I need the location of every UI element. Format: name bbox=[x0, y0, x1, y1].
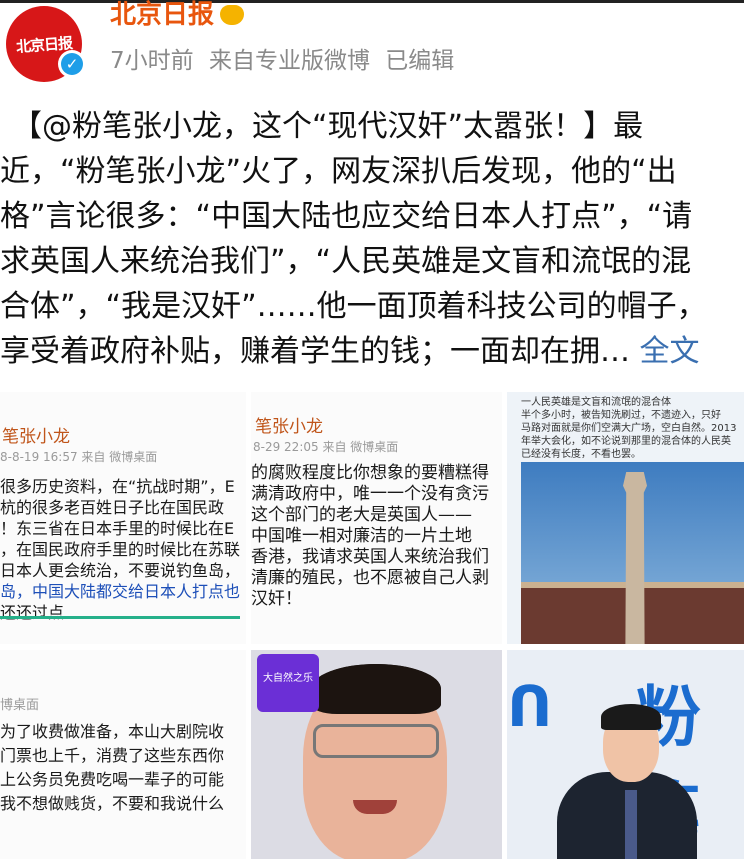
post-line: 求英国人来统治我们”，“人民英雄是文盲和流氓的混 bbox=[0, 244, 692, 279]
screenshot-line: 香港，我请求英国人来统治我们 bbox=[251, 547, 489, 567]
stream-badge: 大自然之乐 bbox=[257, 654, 319, 712]
post-body: 【@粉笔张小龙，这个“现代汉奸”太嚣张！】最 近，“粉笔张小龙”火了，网友深扒后… bbox=[0, 104, 744, 374]
stream-badge-text: 大自然之乐 bbox=[263, 673, 313, 684]
screenshot-line: ！东三省在日本手里的时候比在E bbox=[0, 519, 235, 538]
screenshot-line: 日本人更会统治，不要说钓鱼岛， bbox=[0, 561, 241, 580]
verified-check-icon: ✓ bbox=[61, 53, 83, 75]
post-line: 近，“粉笔张小龙”火了，网友深扒后发现，他的“出 bbox=[0, 154, 677, 189]
image-thumbnail-3[interactable]: 一人民英雄是文盲和流氓的混合体 半个多小时，被告知洗刷过，不遗迹入，只好 马路对… bbox=[507, 392, 744, 644]
screenshot-text: 的腐败程度比你想象的要糟糕得 满清政府中，唯一一个没有贪污 这个部门的老大是英国… bbox=[251, 462, 489, 609]
post-line-last: 享受着政府补贴，赚着学生的钱；一面却在拥… 全文 bbox=[0, 329, 744, 374]
screenshot-line: ，在国民政府手里的时候比在苏联 bbox=[0, 540, 241, 559]
screenshot-line-highlight: 岛，中国大陆都交给日本人打点也 bbox=[0, 582, 241, 601]
image-grid: 笔张小龙 8-8-19 16:57 来自 微博桌面 很多历史资料，在“抗战时期”… bbox=[0, 392, 744, 859]
screenshot-author: 笔张小龙 bbox=[255, 417, 323, 437]
post-line: 【@粉笔张小龙，这个“现代汉奸”太嚣张！】最 bbox=[12, 109, 644, 144]
screenshot-line: 一人民英雄是文盲和流氓的混合体 bbox=[521, 397, 671, 408]
screenshot-author: 笔张小龙 bbox=[2, 427, 70, 447]
image-thumbnail-2[interactable]: 笔张小龙 8-29 22:05 来自 微博桌面 的腐败程度比你想象的要糟糕得 满… bbox=[251, 392, 502, 644]
image-thumbnail-1[interactable]: 笔张小龙 8-8-19 16:57 来自 微博桌面 很多历史资料，在“抗战时期”… bbox=[0, 392, 246, 644]
author-name-text[interactable]: 北京日报 bbox=[110, 0, 214, 30]
screenshot-line: 汉奸！ bbox=[251, 589, 302, 609]
highlight-underline bbox=[0, 616, 240, 619]
screenshot-line: 满清政府中，唯一一个没有贪污 bbox=[251, 484, 489, 504]
screenshot-line: 马路对面就是你们空满大广场，空白自然。2013 bbox=[521, 423, 737, 434]
screenshot-line: 上公务员免费吃喝一辈子的可能 bbox=[0, 770, 225, 789]
screenshot-line: 半个多小时，被告知洗刷过，不遗迹入，只好 bbox=[521, 410, 721, 421]
screenshot-line: 我不想做贱货，不要和我说什么 bbox=[0, 794, 225, 813]
screenshot-line: 为了收费做准备，本山大剧院收 bbox=[0, 722, 225, 741]
screenshot-text: 很多历史资料，在“抗战时期”，E 杭的很多老百姓日子比在国民政 ！东三省在日本手… bbox=[0, 476, 240, 623]
person-hair bbox=[601, 704, 661, 730]
verified-badge: ✓ bbox=[58, 50, 86, 78]
image-thumbnail-5[interactable]: 大自然之乐 bbox=[251, 650, 502, 859]
screenshot-line: 年举大会化，如不论说到那里的混合体的人民英 bbox=[521, 436, 731, 447]
screenshot-line: 清廉的殖民，也不愿被自己人剥 bbox=[251, 568, 489, 588]
post-line: 合体”，“我是汉奸”……他一面顶着科技公司的帽子， bbox=[0, 289, 707, 324]
person-hair-front bbox=[311, 664, 441, 714]
image-thumbnail-6[interactable]: ᑎ 粉笔 bbox=[507, 650, 744, 859]
screenshot-line: 已经没有长度，不看也罢。 bbox=[521, 449, 641, 460]
screenshot-date: 8-8-19 16:57 来自 微博桌面 bbox=[0, 450, 158, 464]
post-line: 格”言论很多：“中国大陆也应交给日本人打点”，“请 bbox=[0, 199, 693, 234]
screenshot-text: 为了收费做准备，本山大剧院收 门票也上千，消费了这些东西你 上公务员免费吃喝一辈… bbox=[0, 720, 224, 816]
person-tie bbox=[625, 790, 637, 859]
screenshot-text: 一人民英雄是文盲和流氓的混合体 半个多小时，被告知洗刷过，不遗迹入，只好 马路对… bbox=[521, 396, 736, 461]
screenshot-date: 8-29 22:05 来自 微博桌面 bbox=[253, 440, 399, 454]
screenshot-date: 博桌面 bbox=[0, 698, 40, 713]
post-meta: 7小时前 来自专业版微博 已编辑 bbox=[110, 48, 455, 74]
person-glasses bbox=[313, 724, 439, 758]
expand-link[interactable]: 全文 bbox=[640, 334, 700, 369]
author-name[interactable]: 北京日报 bbox=[110, 0, 245, 30]
brand-logo-icon: ᑎ bbox=[507, 675, 553, 740]
screenshot-line: 这个部门的老大是英国人—— bbox=[251, 505, 472, 525]
image-thumbnail-4[interactable]: 博桌面 为了收费做准备，本山大剧院收 门票也上千，消费了这些东西你 上公务员免费… bbox=[0, 650, 246, 859]
screenshot-line: 中国唯一相对廉洁的一片土地 bbox=[251, 526, 472, 546]
screenshot-line: 还还过点 bbox=[0, 603, 65, 622]
member-crown-icon bbox=[220, 5, 245, 25]
screenshot-line: 门票也上千，消费了这些东西你 bbox=[0, 746, 225, 765]
screenshot-line: 杭的很多老百姓日子比在国民政 bbox=[0, 498, 225, 517]
post-line: 享受着政府补贴，赚着学生的钱；一面却在拥… bbox=[0, 334, 630, 369]
screenshot-line: 的腐败程度比你想象的要糟糕得 bbox=[251, 463, 489, 483]
screenshot-line: 很多历史资料，在“抗战时期”，E bbox=[0, 477, 235, 496]
